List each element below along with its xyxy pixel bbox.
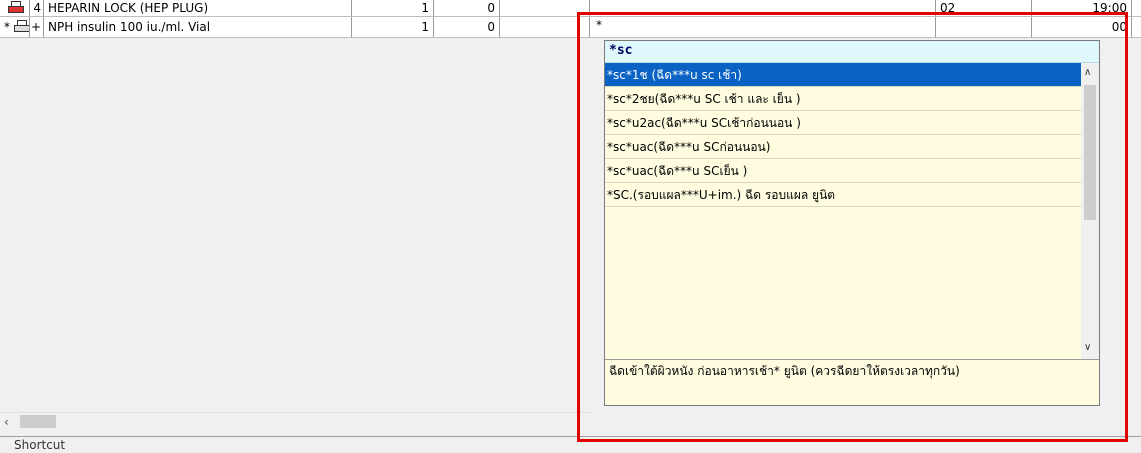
row-star: * [4,20,10,34]
description-panel: ฉีดเข้าใต้ผิวหนัง ก่อนอาหารเช้า* ยูนิต (… [605,359,1099,405]
horizontal-scrollbar[interactable]: ‹ [0,412,590,431]
row-marker: * [0,17,30,37]
row-marker [0,0,30,16]
usage-cell[interactable] [590,0,936,16]
time-cell[interactable]: 19:00 [1032,0,1132,16]
search-input[interactable]: *sc [605,41,1099,63]
code-cell[interactable]: 02 [936,0,1032,16]
empty-cell [500,17,590,37]
table-row[interactable]: 4 HEPARIN LOCK (HEP PLUG) 1 0 02 19:00 [0,0,1141,17]
usage-cell[interactable] [590,17,936,37]
shortcut-bar: Shortcut [0,436,1141,453]
quantity[interactable]: 1 [352,17,434,37]
list-item[interactable]: *SC.(รอบแผล***U+im.) ฉีด รอบแผล ยูนิต [605,183,1082,207]
quantity-2[interactable]: 0 [434,17,500,37]
chevron-left-icon[interactable]: ‹ [4,415,9,429]
row-number: + [30,17,44,37]
suggestion-list[interactable]: *sc*1ช (ฉีด***u sc เช้า) *sc*2ชย(ฉีด***u… [605,63,1082,359]
list-item[interactable]: *sc*2ชย(ฉีด***u SC เช้า และ เย็น ) [605,87,1082,111]
table-row[interactable]: * + NPH insulin 100 iu./ml. Vial 1 0 00 [0,17,1141,38]
drug-name[interactable]: NPH insulin 100 iu./ml. Vial [44,17,352,37]
row-number: 4 [30,0,44,16]
list-item[interactable]: *sc*1ช (ฉีด***u sc เช้า) [605,63,1082,87]
time-cell[interactable]: 00 [1032,17,1132,37]
shortcut-label: Shortcut [14,438,66,452]
list-item[interactable]: *sc*uac(ฉีด***u SCก่อนนอน) [605,135,1082,159]
quantity-2[interactable]: 0 [434,0,500,16]
autocomplete-popup[interactable]: *sc *sc*1ช (ฉีด***u sc เช้า) *sc*2ชย(ฉีด… [604,40,1100,406]
printer-icon[interactable] [14,20,29,34]
vertical-scrollbar[interactable]: ∧ ∨ [1081,63,1099,359]
quantity[interactable]: 1 [352,0,434,16]
usage-edit-prefix: * [596,18,602,32]
scroll-thumb[interactable] [20,415,56,428]
scroll-thumb[interactable] [1084,85,1096,220]
chevron-down-icon[interactable]: ∨ [1084,342,1091,353]
chevron-up-icon[interactable]: ∧ [1084,67,1091,78]
list-item[interactable]: *sc*uac(ฉีด***u SCเย็น ) [605,159,1082,183]
drug-name[interactable]: HEPARIN LOCK (HEP PLUG) [44,0,352,16]
empty-cell [500,0,590,16]
printer-red-icon[interactable] [8,1,24,15]
list-item[interactable]: *sc*u2ac(ฉีด***u SCเช้าก่อนนอน ) [605,111,1082,135]
code-cell[interactable] [936,17,1032,37]
